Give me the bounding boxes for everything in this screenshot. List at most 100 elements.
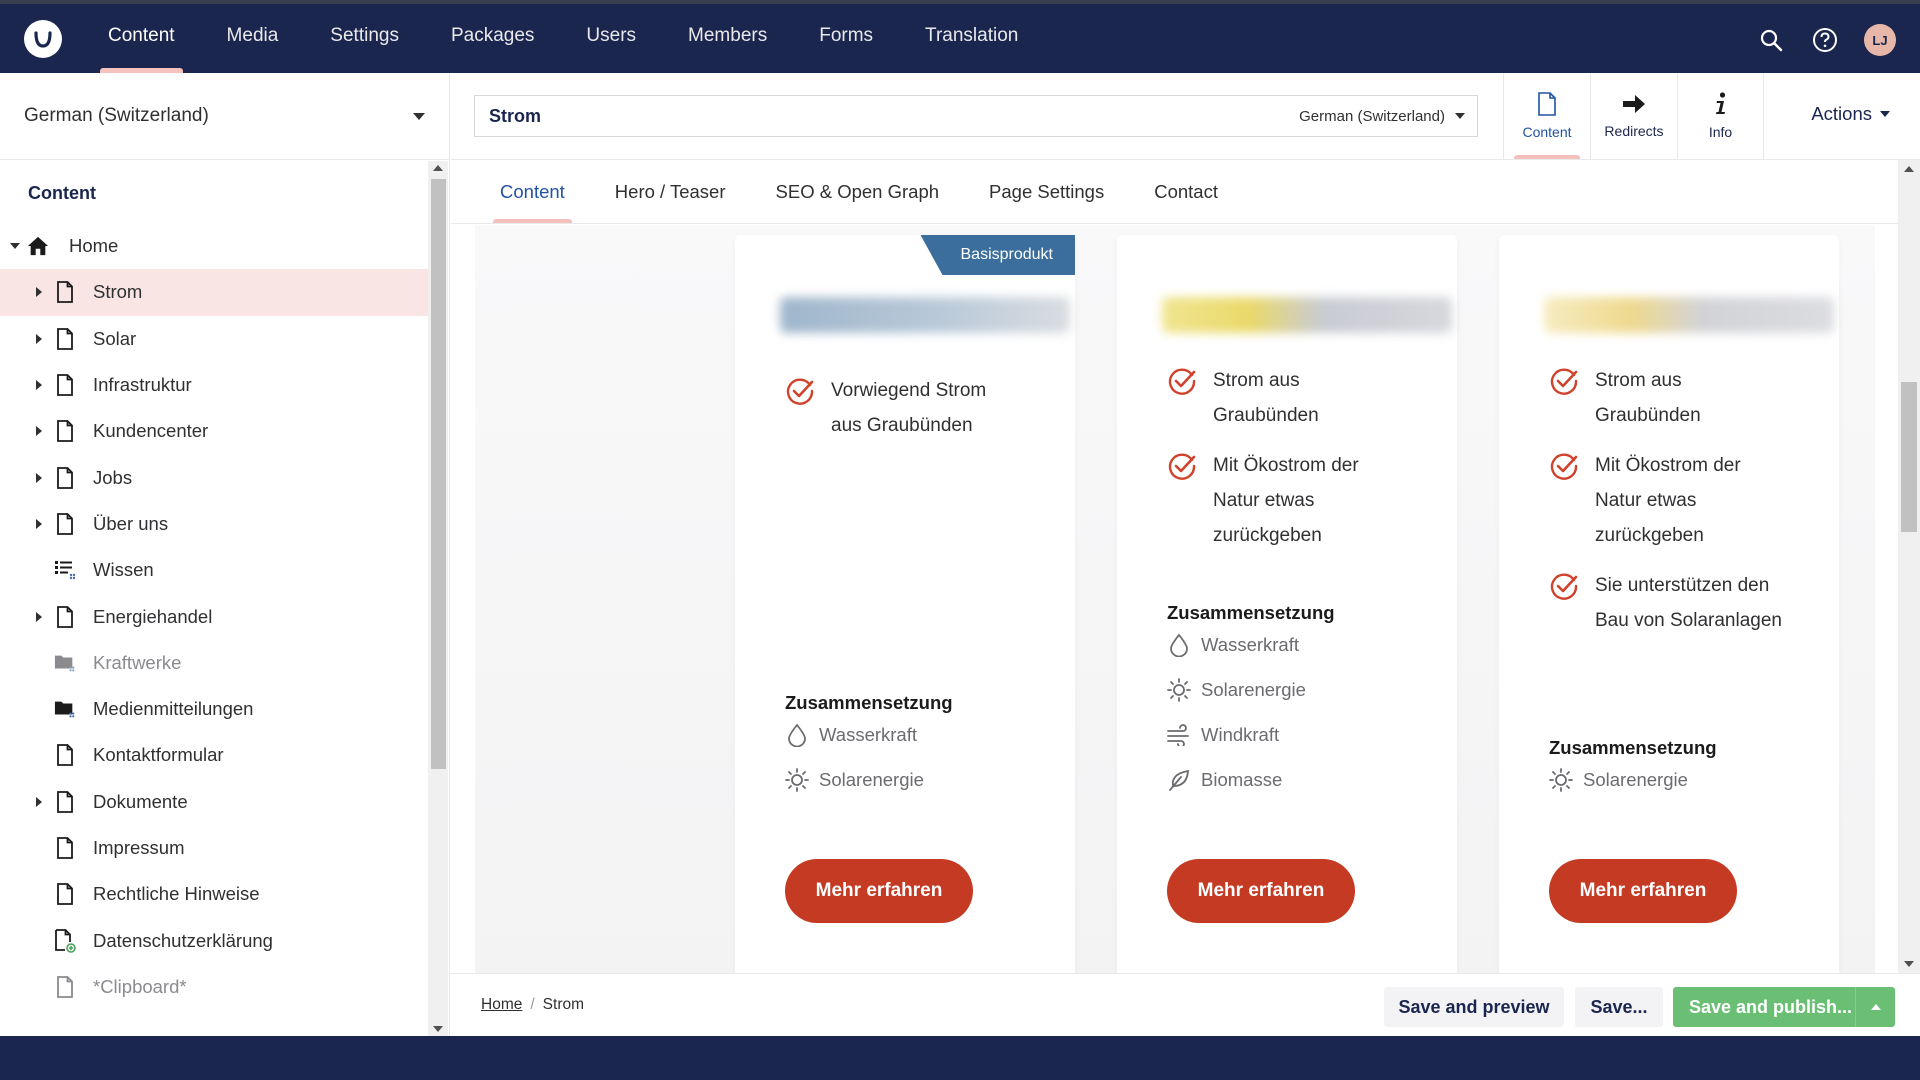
check-circle-icon [1549,366,1579,433]
help-icon[interactable] [1810,25,1840,55]
actions-button[interactable]: Actions [1811,103,1890,125]
tree-item-infrastruktur[interactable]: Infrastruktur [0,362,428,408]
app-tab-content[interactable]: Content [1503,73,1590,159]
tree-item-label: Kundencenter [93,420,209,442]
expand-right-icon[interactable] [34,796,44,807]
tree-item-label: Infrastruktur [93,374,192,396]
expand-right-icon[interactable] [34,611,44,622]
app-tab-info[interactable]: Info [1677,73,1764,159]
tree-item-home[interactable]: Home [0,223,428,269]
learn-more-button[interactable]: Mehr erfahren [1549,859,1737,923]
tree-item-kundencenter[interactable]: Kundencenter [0,408,428,454]
nav-item-translation[interactable]: Translation [899,4,1044,73]
tree-item-solar[interactable]: Solar [0,316,428,362]
tree-item-kontaktformular[interactable]: Kontaktformular [0,732,428,778]
tree-item-label: *Clipboard* [93,975,187,997]
scroll-up-icon[interactable] [1904,166,1914,172]
feature-line: Sie unterstützen den [1595,575,1770,596]
tree-header: Content [28,183,96,203]
expand-right-icon[interactable] [34,333,44,344]
actions-label: Actions [1811,103,1872,124]
umbraco-logo-icon[interactable] [24,20,62,58]
tree-item-jobs[interactable]: Jobs [0,454,428,500]
save-and-preview-button[interactable]: Save and preview [1384,987,1564,1027]
scrollbar-thumb[interactable] [431,179,446,769]
tree-item-rechtliche-hinweise[interactable]: Rechtliche Hinweise [0,871,428,917]
save-and-publish-button[interactable]: Save and publish... [1673,987,1895,1027]
expand-down-icon[interactable] [10,241,20,251]
tree-item-label: Solar [93,327,137,349]
tree-item-strom[interactable]: Strom [0,269,428,316]
top-icons: LJ [1756,24,1896,56]
avatar[interactable]: LJ [1864,24,1896,56]
document-icon [54,790,76,814]
content-tree: Content Home Strom Solar Infrastruktur Kund… [0,161,450,1036]
sidebar: German (Switzerland) Content Home Strom S… [0,73,450,1036]
publish-options-toggle[interactable] [1855,987,1895,1027]
feature-item: Strom aus Graubünden [1549,363,1701,433]
scroll-down-icon[interactable] [1904,961,1914,967]
wind-icon [1167,723,1191,747]
nav-item-content[interactable]: Content [82,4,201,73]
scroll-down-icon[interactable] [433,1026,443,1032]
tab-page-settings[interactable]: Page Settings [964,160,1129,223]
product-logo [1544,297,1834,333]
water-drop-icon [785,723,809,747]
document-icon [54,605,76,629]
water-drop-icon [1167,633,1191,657]
tab-contact[interactable]: Contact [1129,160,1243,223]
expand-right-icon[interactable] [34,426,44,437]
save-and-publish-label: Save and publish... [1689,996,1853,1017]
expand-right-icon[interactable] [34,380,44,391]
tree-item-medienmitteilungen[interactable]: Medienmitteilungen [0,686,428,732]
scrollbar-thumb[interactable] [1901,382,1917,532]
nav-item-packages[interactable]: Packages [425,4,560,73]
tree-item-energiehandel[interactable]: Energiehandel [0,593,428,639]
save-button[interactable]: Save... [1575,987,1663,1027]
nav-item-users[interactable]: Users [560,4,662,73]
feature-line: aus Graubünden [831,415,973,436]
product-ribbon: Basisprodukt [920,235,1075,275]
expand-right-icon[interactable] [34,472,44,483]
learn-more-button[interactable]: Mehr erfahren [785,859,973,923]
search-icon[interactable] [1756,25,1786,55]
composition-title: Zusammensetzung [1549,737,1717,758]
tab-content[interactable]: Content [475,160,590,223]
tree-item-label: Datenschutzerklärung [93,929,273,951]
tree-item-wissen[interactable]: Wissen [0,547,428,593]
tree-item-clipboard[interactable]: *Clipboard* [0,964,428,1010]
tab-seo-open-graph[interactable]: SEO & Open Graph [751,160,965,223]
chevron-down-icon [1455,113,1465,119]
expand-right-icon[interactable] [34,287,44,298]
tree-item-datenschutzerklärung[interactable]: Datenschutzerklärung [0,917,428,963]
app-tab-redirects[interactable]: Redirects [1590,73,1677,159]
nav-item-forms[interactable]: Forms [793,4,899,73]
learn-more-button[interactable]: Mehr erfahren [1167,859,1355,923]
document-icon [54,512,76,536]
document-icon [54,743,76,767]
chevron-down-icon [1880,111,1890,117]
tab-hero-teaser[interactable]: Hero / Teaser [590,160,751,223]
tree-item-über-uns[interactable]: Über uns [0,501,428,547]
culture-selector[interactable]: German (Switzerland) [0,73,449,160]
variant-selector[interactable]: German (Switzerland) [1299,108,1465,125]
editor-apps: Content Redirects Info [1503,73,1764,159]
tree-item-label: Dokumente [93,790,188,812]
node-name-input[interactable] [489,105,1089,127]
feature-item: Mit Ökostrom der Natur etwas zurückgeben [1549,448,1741,553]
breadcrumb-separator: / [530,996,535,1013]
node-name-field[interactable]: German (Switzerland) [474,95,1478,137]
tree-item-dokumente[interactable]: Dokumente [0,779,428,825]
nav-item-members[interactable]: Members [662,4,793,73]
nav-item-media[interactable]: Media [201,4,305,73]
tree-item-impressum[interactable]: Impressum [0,825,428,871]
tree-item-kraftwerke[interactable]: Kraftwerke [0,640,428,686]
expand-right-icon[interactable] [34,518,44,529]
sidebar-scrollbar[interactable] [428,161,448,1036]
scroll-up-icon[interactable] [433,165,443,171]
nav-item-settings[interactable]: Settings [304,4,425,73]
product-logo [1162,297,1452,333]
editor-scrollbar[interactable] [1898,160,1920,973]
composition-item: Biomasse [1167,768,1282,792]
breadcrumb-home-link[interactable]: Home [481,996,522,1014]
